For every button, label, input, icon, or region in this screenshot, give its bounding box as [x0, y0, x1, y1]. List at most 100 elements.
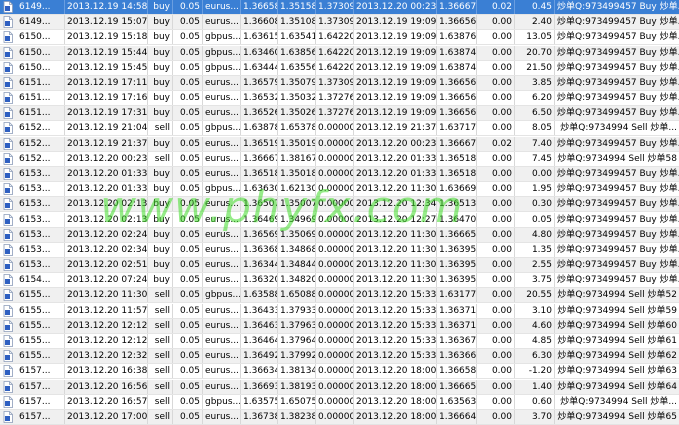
take-profit-cell: 0.00000 [318, 182, 354, 197]
table-row[interactable]: 6152... 2013.12.19 21:37 buy 0.05 eurus... 1.… [0, 136, 679, 152]
take-profit-cell: 0.00000 [318, 333, 354, 348]
type-cell: sell [148, 349, 173, 364]
profit-cell: 1.95 [515, 182, 555, 197]
document-icon [0, 15, 17, 29]
order-cell: 6153... [17, 227, 65, 242]
open-price-cell: 1.36693 [243, 379, 278, 394]
table-row[interactable]: 6150... 2013.12.19 15:18 buy 0.05 gbpus... 1.… [0, 30, 679, 46]
commission-cell: 0.00 [477, 197, 515, 212]
table-row[interactable]: 6149... 2013.12.19 14:58 buy 0.05 eurus... 1.… [0, 0, 679, 15]
symbol-cell: eurus... [203, 364, 241, 379]
table-row[interactable]: 6153... 2013.12.20 02:34 buy 0.05 eurus... 1.… [0, 242, 679, 258]
trade-history-grid[interactable]: 6149... 2013.12.19 14:58 buy 0.05 eurus... 1.… [0, 0, 679, 425]
type-cell: sell [148, 394, 173, 409]
type-cell: buy [148, 273, 173, 288]
open-time-cell: 2013.12.20 12:12 [67, 333, 148, 348]
type-cell: buy [148, 30, 173, 45]
symbol-cell: eurus... [203, 15, 241, 30]
table-row[interactable]: 6153... 2013.12.20 02:13 buy 0.05 eurus... 1.… [0, 197, 679, 213]
table-row[interactable]: 6155... 2013.12.20 12:12 sell 0.05 eurus... 1… [0, 318, 679, 334]
document-icon [0, 410, 17, 424]
close-price-cell: 1.36367 [439, 333, 477, 348]
close-time-cell: 2013.12.20 18:00 [356, 364, 437, 379]
table-row[interactable]: 6155... 2013.12.20 12:12 sell 0.05 eurus... 1… [0, 333, 679, 349]
close-time-cell: 2013.12.20 11:30 [356, 273, 437, 288]
table-row[interactable]: 6153... 2013.12.20 02:51 buy 0.05 eurus... 1.… [0, 258, 679, 274]
size-cell: 0.05 [173, 166, 203, 181]
open-price-cell: 1.36368 [243, 242, 278, 257]
table-row[interactable]: 6157... 2013.12.20 16:38 sell 0.05 eurus... 1… [0, 364, 679, 380]
close-time-cell: 2013.12.20 00:23 [356, 136, 437, 151]
comment-cell: 炒单Q:973499457 Buy 炒单... [557, 275, 679, 286]
close-price-cell: 1.36470 [439, 212, 477, 227]
table-row[interactable]: 6155... 2013.12.20 11:57 sell 0.05 eurus... 1… [0, 303, 679, 319]
table-row[interactable]: 6153... 2013.12.20 02:24 buy 0.05 eurus... 1.… [0, 227, 679, 243]
table-row[interactable]: 6150... 2013.12.19 15:45 buy 0.05 gbpus... 1.… [0, 60, 679, 76]
open-price-cell: 1.36634 [243, 364, 278, 379]
table-row[interactable]: 6149... 2013.12.19 15:07 buy 0.05 eurus... 1.… [0, 15, 679, 31]
table-row[interactable]: 6151... 2013.12.19 17:31 buy 0.05 eurus... 1.… [0, 106, 679, 122]
table-row[interactable]: 6151... 2013.12.19 17:16 buy 0.05 eurus... 1.… [0, 91, 679, 107]
commission-cell: 0.00 [477, 318, 515, 333]
commission-cell: 0.00 [477, 151, 515, 166]
document-icon [0, 319, 17, 333]
open-price-cell: 1.36658 [243, 0, 278, 14]
table-row[interactable]: 6150... 2013.12.19 15:44 buy 0.05 gbpus... 1.… [0, 45, 679, 61]
comment-cell: 炒单Q:973499457 Buy 炒单... [557, 2, 679, 12]
document-icon [0, 106, 17, 120]
table-row[interactable]: 6153... 2013.12.20 01:33 buy 0.05 eurus... 1.… [0, 166, 679, 182]
profit-cell: 21.50 [515, 60, 555, 75]
open-time-cell: 2013.12.19 14:58 [67, 0, 148, 14]
type-cell: sell [148, 288, 173, 303]
close-time-cell: 2013.12.19 21:37 [356, 121, 437, 136]
open-price-cell: 1.36492 [243, 349, 278, 364]
open-price-cell: 1.36518 [243, 166, 278, 181]
table-row[interactable]: 6151... 2013.12.19 17:11 buy 0.05 eurus... 1.… [0, 75, 679, 91]
close-price-cell: 1.36395 [439, 273, 477, 288]
symbol-cell: eurus... [203, 106, 241, 121]
open-time-cell: 2013.12.19 21:37 [67, 136, 148, 151]
open-price-cell: 1.63878 [243, 121, 278, 136]
symbol-cell: eurus... [203, 242, 241, 257]
comment-cell: 炒单Q:9734994 Sell 炒单64 [557, 381, 677, 392]
document-icon [0, 0, 17, 14]
table-row[interactable]: 6155... 2013.12.20 11:30 sell 0.05 gbpus... 1… [0, 288, 679, 304]
open-price-cell: 1.63575 [243, 394, 278, 409]
comment-cell: 炒单Q:9734994 Sell 炒单62 [557, 351, 677, 362]
close-price-cell: 1.36518 [439, 166, 477, 181]
symbol-cell: eurus... [203, 349, 241, 364]
close-time-cell: 2013.12.19 19:09 [356, 60, 437, 75]
open-price-cell: 1.63588 [243, 288, 278, 303]
take-profit-cell: 1.37309 [318, 15, 354, 30]
order-cell: 6153... [17, 212, 65, 227]
stop-loss-cell: 1.62130 [280, 182, 316, 197]
profit-cell: 0.05 [515, 212, 555, 227]
size-cell: 0.05 [173, 106, 203, 121]
table-row[interactable]: 6157... 2013.12.20 16:56 sell 0.05 eurus... 1… [0, 379, 679, 395]
table-row[interactable]: 6157... 2013.12.20 17:00 sell 0.05 eurus... 1… [0, 409, 679, 425]
size-cell: 0.05 [173, 91, 203, 106]
comment-cell: 炒单Q:9734994 Sell 炒单52 [557, 290, 677, 301]
type-cell: buy [148, 45, 173, 60]
document-icon [0, 91, 17, 105]
close-price-cell: 1.36667 [439, 0, 477, 14]
open-time-cell: 2013.12.20 02:13 [67, 197, 148, 212]
type-cell: buy [148, 227, 173, 242]
document-icon [0, 152, 17, 166]
table-row[interactable]: 6153... 2013.12.20 02:13 buy 0.05 eurus... 1.… [0, 212, 679, 228]
open-price-cell: 1.36738 [243, 409, 278, 424]
table-row[interactable]: 6157... 2013.12.20 16:57 sell 0.05 gbpus... 1… [0, 394, 679, 410]
table-row[interactable]: 6155... 2013.12.20 12:32 sell 0.05 eurus... 1… [0, 349, 679, 365]
table-row[interactable]: 6152... 2013.12.19 21:04 sell 0.05 gbpus... 1… [0, 121, 679, 137]
symbol-cell: eurus... [203, 303, 241, 318]
open-price-cell: 1.36526 [243, 106, 278, 121]
symbol-cell: eurus... [203, 227, 241, 242]
table-row[interactable]: 6152... 2013.12.20 00:23 sell 0.05 eurus... 1… [0, 151, 679, 167]
table-row[interactable]: 6154... 2013.12.20 07:24 buy 0.05 eurus... 1.… [0, 273, 679, 289]
stop-loss-cell: 1.35069 [280, 227, 316, 242]
table-row[interactable]: 6153... 2013.12.20 01:33 buy 0.05 gbpus... 1.… [0, 182, 679, 198]
type-cell: buy [148, 75, 173, 90]
commission-cell: 0.02 [477, 136, 515, 151]
profit-cell: 8.05 [515, 121, 555, 136]
symbol-cell: eurus... [203, 0, 241, 14]
